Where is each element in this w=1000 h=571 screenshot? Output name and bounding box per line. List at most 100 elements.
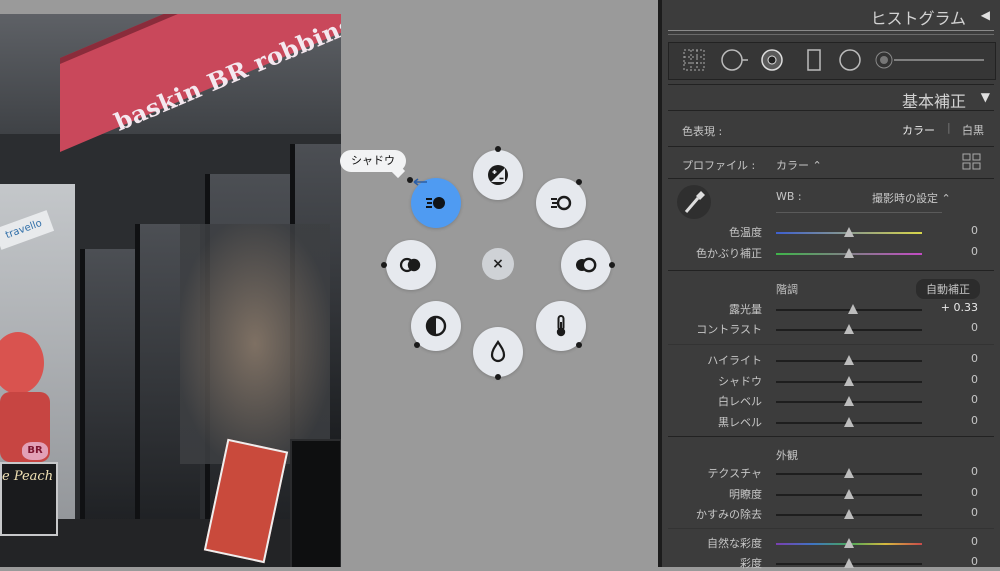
slider-thumb[interactable] [844, 324, 854, 334]
wb-underline [776, 212, 942, 213]
radial-whites-dot [609, 262, 615, 268]
color-divider [668, 146, 994, 147]
basic-title: 基本補正 [901, 92, 966, 111]
radial-blacks-button[interactable] [386, 240, 436, 290]
crop-grid-icon[interactable] [682, 48, 706, 72]
slider-label: シャドウ [718, 375, 762, 388]
collapse-icon[interactable]: ◀ [981, 8, 990, 22]
slider-label: コントラスト [696, 323, 762, 336]
slider-thumb[interactable] [844, 376, 854, 386]
radial-shadows-dot [407, 177, 413, 183]
slider-thumb[interactable] [844, 396, 854, 406]
slider-label: 彩度 [740, 557, 762, 570]
spot-removal-icon[interactable] [720, 48, 750, 72]
shadows-icon [426, 197, 445, 209]
header-divider-2 [668, 34, 994, 35]
basic-divider [668, 110, 994, 111]
slider-label: テクスチャ [707, 467, 762, 480]
slider-label: 自然な彩度 [707, 537, 762, 550]
slider-thumb[interactable] [848, 304, 859, 314]
profile-divider [668, 178, 994, 179]
slider-value[interactable]: 0 [971, 535, 978, 548]
header-divider [668, 30, 994, 31]
presence-divider [668, 436, 994, 437]
brush-icon[interactable] [874, 48, 986, 72]
histogram-header[interactable]: ヒストグラム ◀ [662, 0, 1000, 30]
slider-value[interactable]: 0 [971, 506, 978, 519]
develop-panel: ヒストグラム ◀ 基本補正 ▼ 色表現 : カラー | 白黒 プロファイル : … [658, 0, 1000, 570]
graduated-filter-icon[interactable] [802, 48, 826, 72]
slider-thumb[interactable] [844, 489, 854, 499]
mode-separator: | [947, 121, 951, 134]
slider-label: 色温度 [729, 226, 762, 239]
slider-value[interactable]: + 0.33 [941, 301, 978, 314]
slider-thumb[interactable] [844, 248, 854, 258]
slider-thumb[interactable] [844, 538, 854, 548]
thermometer-icon [556, 315, 566, 337]
exposure-icon [488, 165, 508, 185]
radial-blacks-dot [381, 262, 387, 268]
wb-dropdown[interactable]: 撮影時の設定 ⌃ [872, 190, 951, 206]
menu-board-text: e Peach [2, 469, 54, 484]
slider-value[interactable]: 0 [971, 245, 978, 258]
whites-icon [576, 257, 597, 273]
slider-thumb[interactable] [844, 509, 854, 519]
slider-value[interactable]: 0 [971, 555, 978, 568]
color-option[interactable]: カラー [902, 122, 935, 138]
red-eye-icon[interactable] [760, 48, 784, 72]
contrast-icon [425, 315, 447, 337]
slider-value[interactable]: 0 [971, 414, 978, 427]
radial-temperature-dot [576, 342, 582, 348]
expand-icon[interactable]: ▼ [981, 90, 990, 104]
photo-canvas[interactable]: baskin BR robbins travello BR e Peach [0, 14, 341, 567]
auto-tone-button[interactable]: 自動補正 [916, 279, 980, 299]
br-badge: BR [22, 442, 48, 460]
slider-label: ハイライト [707, 354, 762, 367]
highlights-icon [551, 195, 572, 211]
presence-sep [668, 528, 994, 529]
slider-label: 色かぶり補正 [696, 247, 762, 260]
presence-label: 外観 [776, 449, 798, 462]
wb-label: WB : [776, 190, 802, 203]
store-window-1 [80, 249, 135, 539]
slider-value[interactable]: 0 [971, 393, 978, 406]
eyedropper-icon[interactable] [676, 184, 712, 220]
radial-tint-button[interactable] [473, 327, 523, 377]
bw-option[interactable]: 白黒 [962, 122, 984, 138]
slider-value[interactable]: 0 [971, 465, 978, 478]
slider-label: 露光量 [729, 303, 762, 316]
radial-filter-icon[interactable] [838, 48, 862, 72]
radial-contrast-dot [414, 342, 420, 348]
slider-value[interactable]: 0 [971, 321, 978, 334]
radial-highlights-dot [576, 179, 582, 185]
interior-glow [180, 224, 330, 464]
drag-arrow-icon [413, 178, 427, 186]
profile-dropdown[interactable]: カラー ⌃ [776, 157, 822, 173]
slider-label: かすみの除去 [696, 508, 762, 521]
color-mode-label: 色表現 : [682, 125, 723, 138]
slider-value[interactable]: 0 [971, 224, 978, 237]
slider-value[interactable]: 0 [971, 486, 978, 499]
tone-label: 階調 [776, 283, 798, 296]
radial-whites-button[interactable] [561, 240, 611, 290]
slider-thumb[interactable] [844, 417, 854, 427]
slider-label: 明瞭度 [729, 488, 762, 501]
radial-exposure-dot [495, 146, 501, 152]
slider-label: 黒レベル [718, 416, 762, 429]
droplet-icon [490, 340, 506, 363]
tone-divider [668, 270, 994, 271]
blacks-icon [399, 257, 421, 273]
easel-sign [290, 439, 341, 567]
slider-thumb[interactable] [844, 355, 854, 365]
slider-thumb[interactable] [844, 227, 854, 237]
slider-value[interactable]: 0 [971, 373, 978, 386]
profile-browser-icon[interactable] [962, 153, 982, 171]
slider-label: 白レベル [718, 395, 762, 408]
radial-exposure-button[interactable] [473, 150, 523, 200]
radial-highlights-button[interactable] [536, 178, 586, 228]
radial-tint-dot [495, 374, 501, 380]
slider-value[interactable]: 0 [971, 352, 978, 365]
slider-thumb[interactable] [844, 468, 854, 478]
radial-close-button[interactable]: × [482, 248, 514, 280]
histogram-title: ヒストグラム [870, 9, 966, 28]
